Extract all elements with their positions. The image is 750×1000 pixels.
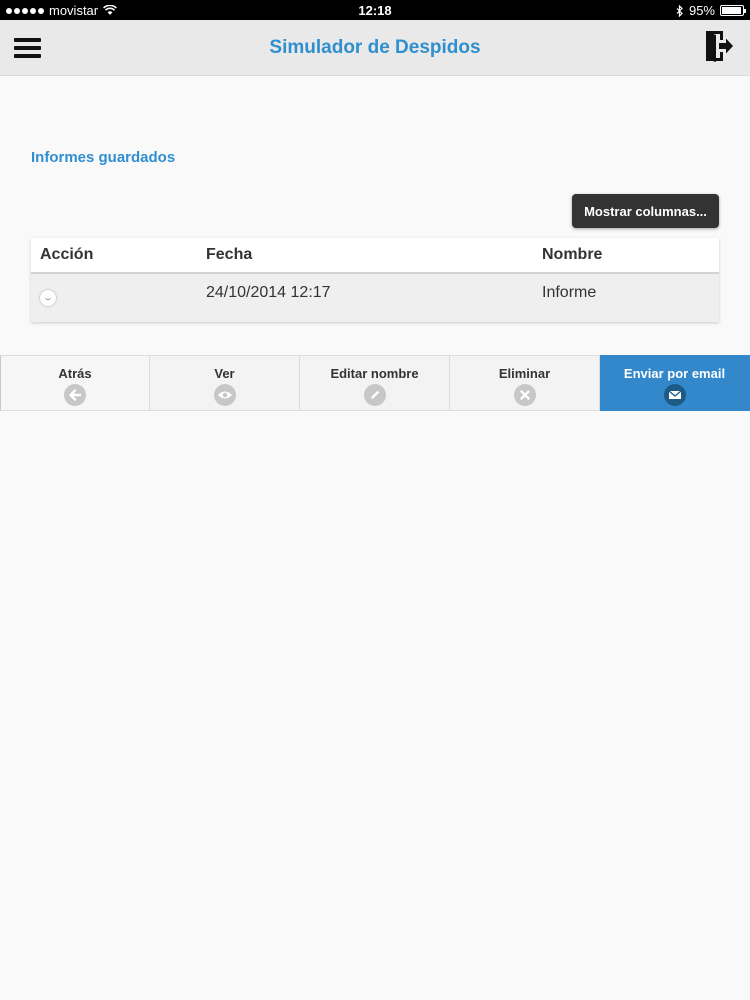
column-header-nombre[interactable]: Nombre xyxy=(542,246,719,264)
reports-table: Acción Fecha Nombre 24/10/2014 12:17 Inf… xyxy=(31,238,719,322)
row-date-cell: 24/10/2014 12:17 xyxy=(206,284,331,301)
action-toolbar: Atrás Ver Editar nombre Eliminar Enviar … xyxy=(0,355,750,411)
battery-icon xyxy=(720,5,746,16)
table-row[interactable]: 24/10/2014 12:17 Informe xyxy=(31,274,719,322)
edit-name-button[interactable]: Editar nombre xyxy=(300,355,450,411)
section-title: Informes guardados xyxy=(31,149,176,166)
status-bar: movistar 12:18 95% xyxy=(0,0,750,20)
send-email-button-label: Enviar por email xyxy=(623,366,726,381)
bluetooth-icon xyxy=(676,4,683,17)
status-bar-right: 95% xyxy=(676,3,746,18)
row-select-radio[interactable] xyxy=(40,290,56,306)
row-name-cell: Informe xyxy=(542,284,597,301)
send-email-button[interactable]: Enviar por email xyxy=(600,355,750,411)
page-title: Simulador de Despidos xyxy=(269,37,481,58)
app-header: Simulador de Despidos xyxy=(0,20,750,76)
edit-name-button-label: Editar nombre xyxy=(330,366,419,381)
mail-icon xyxy=(663,384,686,406)
clock: 12:18 xyxy=(358,3,392,18)
table-header: Acción Fecha Nombre xyxy=(31,238,719,274)
exit-door-icon[interactable] xyxy=(704,29,734,63)
view-button-label: Ver xyxy=(214,366,235,381)
row-action-cell xyxy=(31,284,206,306)
pencil-icon xyxy=(363,384,386,406)
battery-level xyxy=(722,7,741,14)
column-header-accion[interactable]: Acción xyxy=(31,246,206,264)
back-button-label: Atrás xyxy=(58,366,92,381)
eye-icon xyxy=(213,384,236,406)
view-button[interactable]: Ver xyxy=(150,355,300,411)
delete-button-label: Eliminar xyxy=(498,366,551,381)
column-header-fecha[interactable]: Fecha xyxy=(206,246,542,264)
show-columns-button[interactable]: Mostrar columnas... xyxy=(572,194,719,228)
delete-button[interactable]: Eliminar xyxy=(450,355,600,411)
battery-percent: 95% xyxy=(688,3,715,18)
back-button[interactable]: Atrás xyxy=(0,355,150,411)
close-icon xyxy=(513,384,536,406)
arrow-left-icon xyxy=(64,384,86,406)
